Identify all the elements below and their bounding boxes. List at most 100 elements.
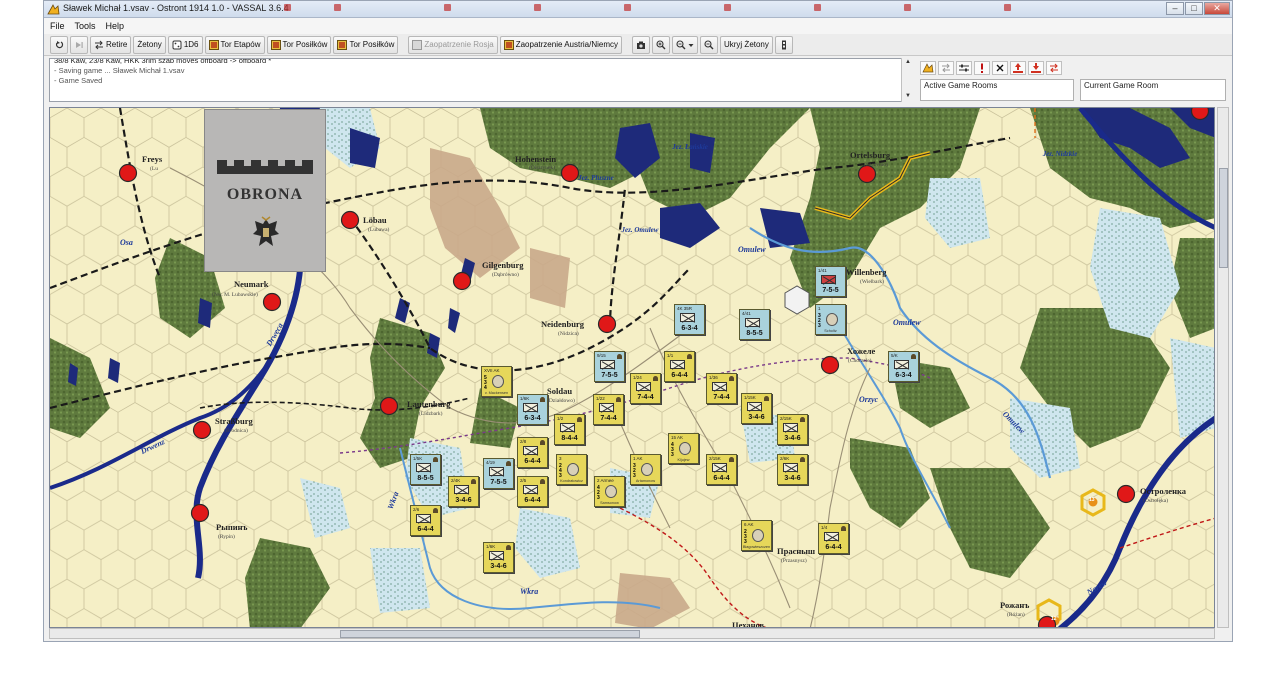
- menu-file[interactable]: File: [50, 18, 65, 34]
- ukryj-zetony-button[interactable]: Ukryj Żetony: [719, 35, 773, 54]
- unit-strength: 7-5-5: [490, 479, 507, 486]
- unit-counter[interactable]: 2/4K 3-4-6: [448, 476, 479, 507]
- camera-button[interactable]: [631, 35, 650, 54]
- unit-counter[interactable]: 1/22 7-4-4: [593, 394, 624, 425]
- unit-counter[interactable]: 1/41 7-5-5: [815, 266, 846, 297]
- infantry-symbol-icon: [670, 360, 685, 369]
- unit-counter[interactable]: 1/15K 3-4-6: [741, 393, 772, 424]
- unit-counter[interactable]: 2/6K 3-4-6: [777, 454, 808, 485]
- cancel-button[interactable]: [992, 61, 1008, 75]
- scrollbar-thumb[interactable]: [340, 630, 640, 638]
- retire-button[interactable]: Retire: [90, 35, 132, 54]
- town-label: Ortelsburg: [850, 150, 891, 160]
- menu-help[interactable]: Help: [106, 18, 125, 34]
- leader-counter[interactable]: 1 AK 3 2 3 Artamonow: [630, 454, 661, 485]
- map-horizontal-scrollbar[interactable]: [49, 628, 1215, 639]
- current-game-room-panel[interactable]: Current Game Room: [1080, 79, 1226, 101]
- unit-counter[interactable]: 1/4 6-4-4: [818, 523, 849, 554]
- unit-counter[interactable]: 2/15K 3-4-6: [777, 414, 808, 445]
- unit-strength: 3-4-6: [490, 563, 507, 570]
- background-tab-ghost: [904, 4, 964, 15]
- unit-type-icon: [800, 457, 805, 462]
- current-game-room-label: Current Game Room: [1084, 81, 1159, 90]
- step-forward-button[interactable]: [70, 35, 88, 54]
- town-sublabel: (Szczytno): [864, 162, 888, 168]
- chat-scrollbar[interactable]: ▲ ▼: [901, 58, 913, 102]
- stack-viewer-button[interactable]: [774, 35, 793, 54]
- scroll-down-icon[interactable]: ▼: [904, 93, 912, 101]
- zetony-button[interactable]: Żetony: [133, 35, 166, 54]
- unit-tag: 5/K: [891, 353, 898, 358]
- zoom-in-button[interactable]: [651, 35, 670, 54]
- tor-posilkow-button-2[interactable]: Tor Posiłków: [333, 35, 399, 54]
- download-button[interactable]: [1028, 61, 1044, 75]
- unit-counter[interactable]: 1/1 6-4-4: [664, 351, 695, 382]
- close-button[interactable]: ✕: [1204, 2, 1230, 15]
- unit-counter[interactable]: 1/5K 8-5-5: [410, 454, 441, 485]
- unit-counter[interactable]: 1/36 7-4-4: [706, 373, 737, 404]
- unit-tag: 2/6: [413, 507, 420, 512]
- active-game-rooms-panel[interactable]: Active Game Rooms: [920, 79, 1074, 101]
- unit-counter[interactable]: 4/41 8-5-5: [739, 309, 770, 340]
- unit-counter[interactable]: 5/K 6-3-4: [888, 351, 919, 382]
- unit-tag: 1/6K: [520, 396, 530, 401]
- minimize-button[interactable]: –: [1166, 2, 1184, 15]
- zaopatrzenie-rosja-button[interactable]: Zaopatrzenie Rosja: [408, 35, 498, 54]
- zoom-select-button[interactable]: [671, 35, 698, 54]
- leader-name: Scholtz: [824, 329, 837, 333]
- unit-counter[interactable]: 1/6K 6-3-4: [517, 394, 548, 425]
- hex-marker-number: 13: [1089, 497, 1095, 503]
- undo-button[interactable]: [50, 35, 68, 54]
- alert-button[interactable]: [974, 61, 990, 75]
- menu-tools[interactable]: Tools: [75, 18, 96, 34]
- unit-counter[interactable]: 4K 35R 6-3-4: [674, 304, 705, 335]
- unit-tag: 1/24: [633, 375, 642, 380]
- background-tab-ghost: [534, 4, 594, 15]
- scrollbar-thumb[interactable]: [1219, 168, 1228, 268]
- tor-etapow-label: Tor Etapów: [220, 40, 261, 49]
- leader-counter[interactable]: 15 AK 4 3 3 Kljujew: [668, 433, 699, 464]
- town-sublabel: (Nidzica): [558, 331, 579, 337]
- unit-type-icon: [506, 545, 511, 550]
- zaopatrzenie-austria-button[interactable]: Zaopatrzenie Austria/Niemcy: [499, 35, 622, 54]
- town-label: Straßburg: [215, 416, 253, 426]
- defense-card[interactable]: OBRONA: [204, 109, 326, 272]
- unit-counter[interactable]: 1/2 8-4-4: [554, 414, 585, 445]
- unit-counter[interactable]: 2/15K 6-4-4: [706, 454, 737, 485]
- unit-counter[interactable]: 1/6K 3-4-6: [483, 542, 514, 573]
- leader-counter[interactable]: 2 Armee 4 2 3 Samsonow: [594, 476, 625, 507]
- scroll-up-icon[interactable]: ▲: [904, 59, 912, 67]
- unit-counter[interactable]: 2/5 6-4-4: [517, 476, 548, 507]
- leader-name: v. Mackensen: [484, 391, 509, 395]
- sync-button[interactable]: [938, 61, 954, 75]
- town-sublabel: (Dąbrówno): [492, 272, 519, 278]
- options-button[interactable]: [956, 61, 972, 75]
- maximize-button[interactable]: □: [1185, 2, 1203, 15]
- unit-counter[interactable]: 9/15 7-5-5: [594, 351, 625, 382]
- chat-log[interactable]: 38/8 Kaw, 23/8 Kaw, HKK 3rim szab moves …: [49, 58, 913, 102]
- map-vertical-scrollbar[interactable]: [1217, 107, 1229, 628]
- server-connect-button[interactable]: [920, 61, 936, 75]
- unit-type-icon: [687, 354, 692, 359]
- leader-counter[interactable]: 3 2 4 3 Kondratowicz: [556, 454, 587, 485]
- unit-counter[interactable]: 1/24 7-4-4: [630, 373, 661, 404]
- lake-label: Jez. Omulew: [621, 226, 659, 234]
- leader-name: Artamonow: [635, 479, 656, 483]
- tor-etapow-button[interactable]: Tor Etapów: [204, 35, 265, 54]
- leader-counter[interactable]: XVII AK 5 3 4 v. Mackensen: [481, 366, 512, 397]
- leader-counter[interactable]: 1 3 2 3 Scholtz: [815, 304, 846, 335]
- leader-counter[interactable]: 6 AK 2 3 3 Błagowieszczen: [741, 520, 772, 551]
- chat-line: - Game Saved: [54, 76, 103, 85]
- tor-posilkow-button-1[interactable]: Tor Posiłków: [266, 35, 332, 54]
- die-roll-button[interactable]: 1D6: [167, 35, 203, 54]
- exclamation-icon: [981, 63, 983, 73]
- refresh-button[interactable]: [1046, 61, 1062, 75]
- lake-label: Jez. Łańskie: [672, 143, 708, 151]
- river-label: Wkra: [520, 587, 539, 596]
- unit-counter[interactable]: 2/8 6-4-4: [517, 437, 548, 468]
- unit-counter[interactable]: 2/6 6-4-4: [410, 505, 441, 536]
- zoom-out-button[interactable]: [699, 35, 718, 54]
- unit-counter[interactable]: 4/19 7-5-5: [483, 458, 514, 489]
- upload-button[interactable]: [1010, 61, 1026, 75]
- unit-tag: 1/41: [818, 268, 827, 273]
